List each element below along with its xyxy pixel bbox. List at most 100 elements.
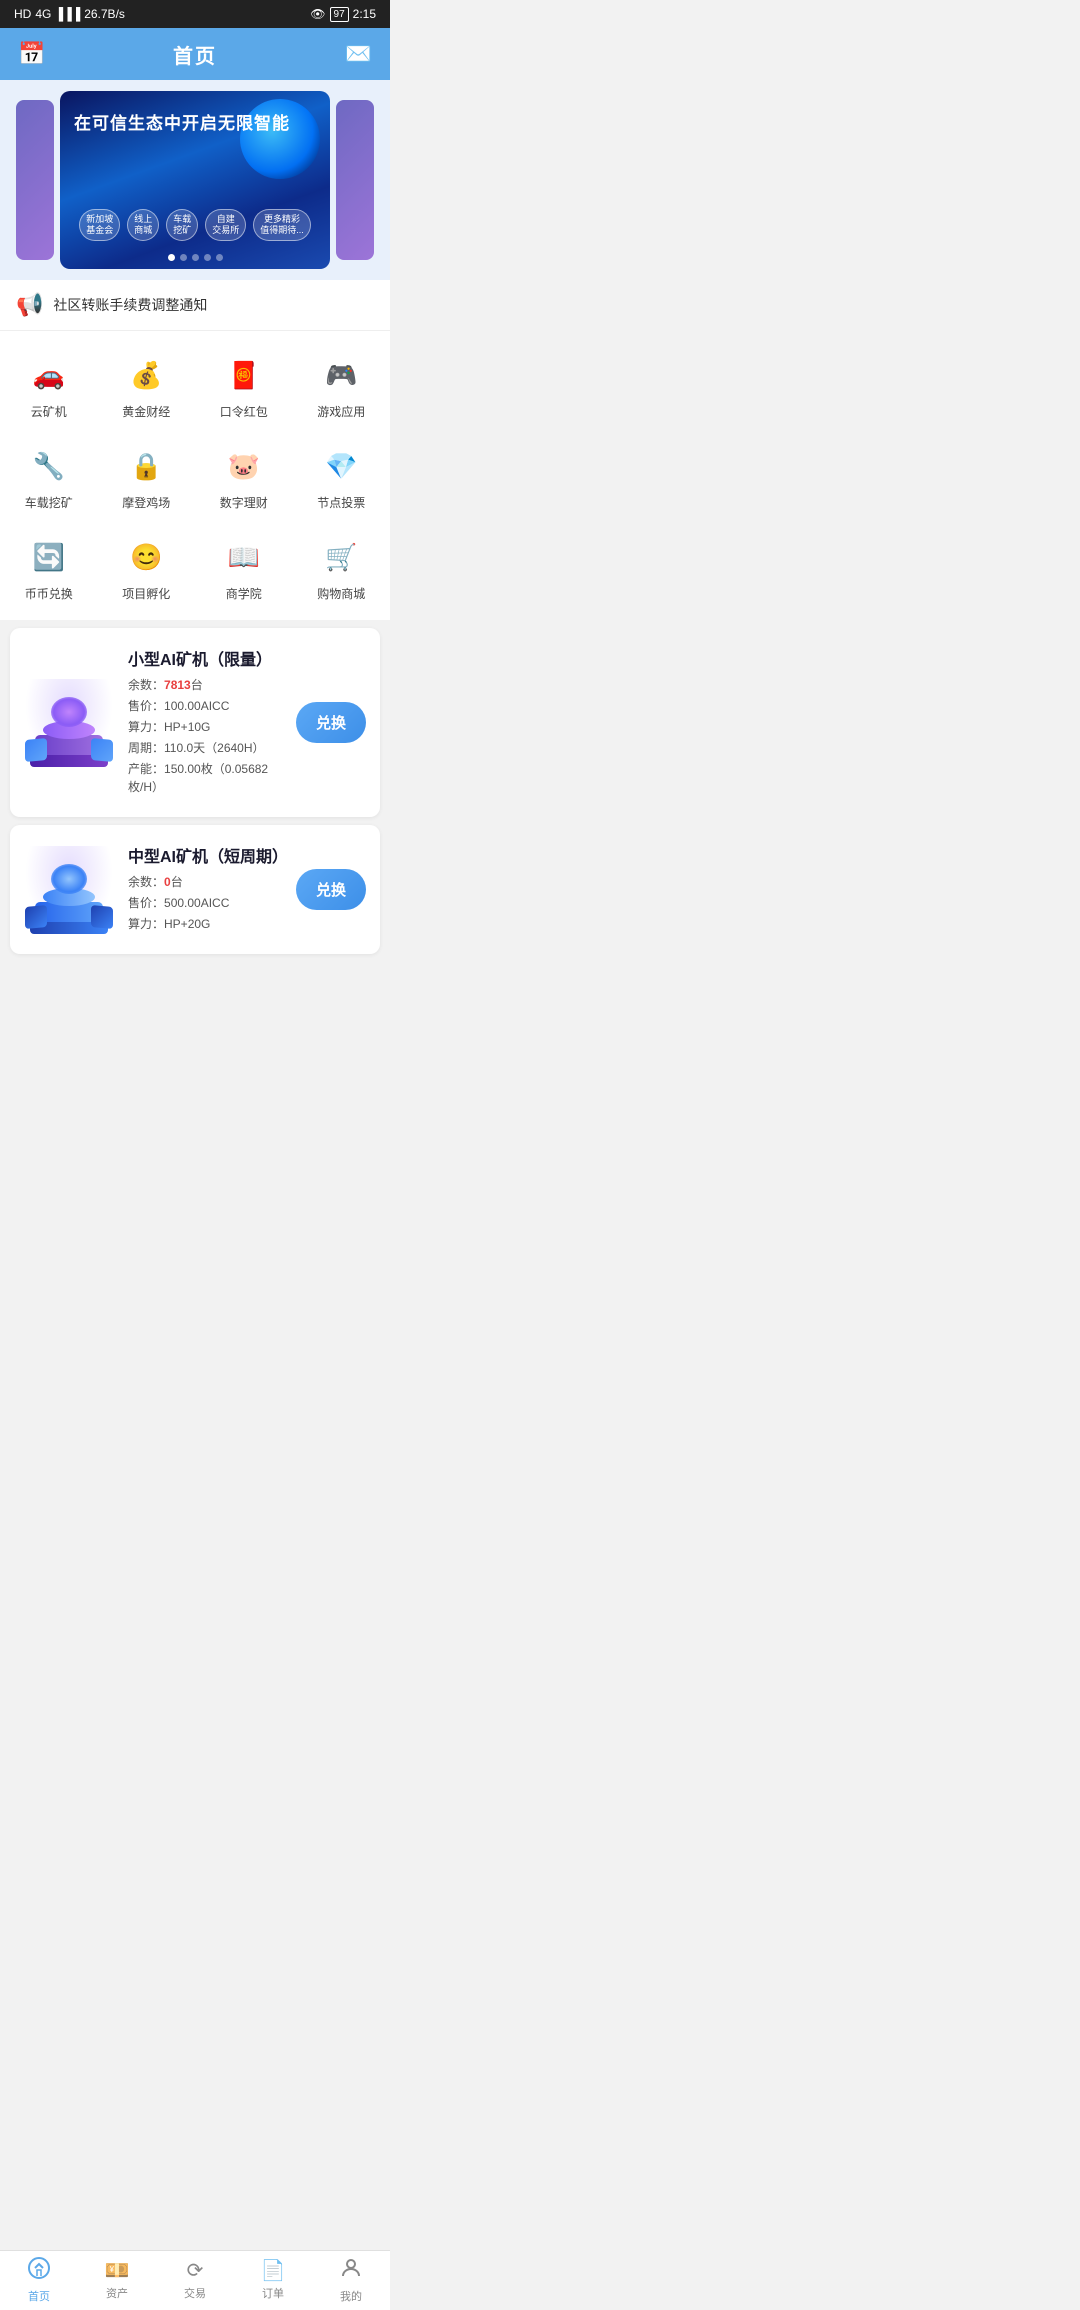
- dot-1: [168, 254, 175, 261]
- tab-assets-icon: 💴: [105, 2258, 130, 2283]
- incubator-label: 项目孵化: [122, 585, 170, 602]
- red-packet-icon: 🧧: [222, 353, 266, 397]
- menu-item-chicken-farm[interactable]: 🔒 摩登鸡场: [98, 434, 196, 525]
- product-output-small: 产能：150.00枚（0.05682枚/H）: [128, 760, 282, 796]
- banner-pill-4[interactable]: 自建交易所: [205, 209, 246, 241]
- shop-icon: 🛒: [319, 535, 363, 579]
- calendar-icon[interactable]: 📅: [18, 41, 45, 67]
- miner-illustration-small: [25, 679, 113, 767]
- menu-item-digital-finance[interactable]: 🐷 数字理财: [195, 434, 293, 525]
- game-label: 游戏应用: [317, 403, 365, 420]
- menu-item-business-school[interactable]: 📖 商学院: [195, 525, 293, 616]
- digital-finance-label: 数字理财: [220, 494, 268, 511]
- product-title-medium: 中型AI矿机（短周期）: [128, 843, 282, 867]
- exchange-button-small[interactable]: 兑换: [296, 702, 366, 743]
- notice-icon: 📢: [16, 292, 43, 318]
- product-info-medium: 中型AI矿机（短周期） 余数：0台 售价：500.00AICC 算力：HP+20…: [128, 843, 282, 936]
- gold-finance-icon: 💰: [124, 353, 168, 397]
- business-school-icon: 📖: [222, 535, 266, 579]
- tab-assets[interactable]: 💴 资产: [78, 2251, 156, 2310]
- time-display: 2:15: [353, 7, 376, 21]
- tab-trade-icon: ⟳: [187, 2258, 204, 2283]
- signal-icon: 4G ▐▐▐: [35, 7, 80, 21]
- tab-assets-label: 资产: [106, 2285, 128, 2301]
- banner-pill-2[interactable]: 线上商城: [127, 209, 159, 241]
- product-info-small: 小型AI矿机（限量） 余数：7813台 售价：100.00AICC 算力：HP+…: [128, 646, 282, 799]
- banner-dots: [60, 254, 330, 261]
- speed-indicator: 26.7B/s: [84, 7, 125, 21]
- node-vote-icon: 💎: [319, 444, 363, 488]
- tab-order[interactable]: 📄 订单: [234, 2251, 312, 2310]
- status-right: 👁 97 2:15: [310, 7, 376, 22]
- gold-finance-label: 黄金财经: [122, 403, 170, 420]
- banner-carousel[interactable]: 在可信生态中开启无限智能 新加坡基金会 线上商城 车载挖矿 自建交易所 更多精彩…: [0, 80, 390, 280]
- status-bar: HD 4G ▐▐▐ 26.7B/s 👁 97 2:15: [0, 0, 390, 28]
- menu-item-cloud-miner[interactable]: 🚗 云矿机: [0, 343, 98, 434]
- incubator-icon: 😊: [124, 535, 168, 579]
- eye-icon: 👁: [310, 7, 325, 21]
- banner-pill-1[interactable]: 新加坡基金会: [79, 209, 120, 241]
- chicken-farm-label: 摩登鸡场: [122, 494, 170, 511]
- menu-item-game[interactable]: 🎮 游戏应用: [293, 343, 391, 434]
- dot-4: [204, 254, 211, 261]
- banner-globe: [240, 99, 320, 179]
- shop-label: 购物商城: [317, 585, 365, 602]
- product-img-medium: [24, 845, 114, 935]
- page-title: 首页: [173, 40, 217, 69]
- game-icon: 🎮: [319, 353, 363, 397]
- miner-illustration-medium: [25, 846, 113, 934]
- menu-item-node-vote[interactable]: 💎 节点投票: [293, 434, 391, 525]
- banner-text: 在可信生态中开启无限智能: [74, 113, 290, 135]
- tab-trade-label: 交易: [184, 2285, 206, 2301]
- banner-pill-3[interactable]: 车载挖矿: [166, 209, 198, 241]
- chicken-farm-icon: 🔒: [124, 444, 168, 488]
- dot-2: [180, 254, 187, 261]
- menu-item-exchange[interactable]: 🔄 币币兑换: [0, 525, 98, 616]
- tab-home-label: 首页: [28, 2288, 50, 2304]
- product-remaining-medium: 余数：0台: [128, 873, 282, 891]
- menu-item-car-mining[interactable]: 🔧 车载挖矿: [0, 434, 98, 525]
- tab-bar: 首页 💴 资产 ⟳ 交易 📄 订单 我的: [0, 2250, 390, 2310]
- product-card-medium: 中型AI矿机（短周期） 余数：0台 售价：500.00AICC 算力：HP+20…: [10, 825, 380, 954]
- product-section: 小型AI矿机（限量） 余数：7813台 售价：100.00AICC 算力：HP+…: [0, 628, 390, 974]
- menu-item-red-packet[interactable]: 🧧 口令红包: [195, 343, 293, 434]
- exchange-icon: 🔄: [27, 535, 71, 579]
- product-card-small: 小型AI矿机（限量） 余数：7813台 售价：100.00AICC 算力：HP+…: [10, 628, 380, 817]
- menu-item-incubator[interactable]: 😊 项目孵化: [98, 525, 196, 616]
- banner-pill-5[interactable]: 更多精彩值得期待...: [253, 209, 311, 241]
- tab-home-icon: [27, 2256, 51, 2286]
- tab-trade[interactable]: ⟳ 交易: [156, 2251, 234, 2310]
- dot-3: [192, 254, 199, 261]
- node-vote-label: 节点投票: [317, 494, 365, 511]
- car-mining-icon: 🔧: [27, 444, 71, 488]
- product-remaining-small: 余数：7813台: [128, 676, 282, 694]
- tab-home[interactable]: 首页: [0, 2251, 78, 2310]
- menu-item-shop[interactable]: 🛒 购物商城: [293, 525, 391, 616]
- product-img-small: [24, 678, 114, 768]
- notice-text: 社区转账手续费调整通知: [53, 295, 207, 315]
- dot-5: [216, 254, 223, 261]
- mail-icon[interactable]: ✉️: [345, 41, 372, 67]
- product-price-small: 售价：100.00AICC: [128, 697, 282, 715]
- digital-finance-icon: 🐷: [222, 444, 266, 488]
- banner-side-left: [16, 100, 54, 260]
- car-mining-label: 车载挖矿: [25, 494, 73, 511]
- product-price-medium: 售价：500.00AICC: [128, 894, 282, 912]
- status-left: HD 4G ▐▐▐ 26.7B/s: [14, 7, 125, 21]
- tab-order-label: 订单: [262, 2285, 284, 2301]
- tab-profile-label: 我的: [340, 2288, 362, 2304]
- tab-profile[interactable]: 我的: [312, 2251, 390, 2310]
- exchange-button-medium[interactable]: 兑换: [296, 869, 366, 910]
- product-hashrate-small: 算力：HP+10G: [128, 718, 282, 736]
- menu-item-gold-finance[interactable]: 💰 黄金财经: [98, 343, 196, 434]
- grid-menu: 🚗 云矿机 💰 黄金财经 🧧 口令红包 🎮 游戏应用 🔧 车载挖矿 🔒 摩登鸡场…: [0, 331, 390, 620]
- cloud-miner-icon: 🚗: [27, 353, 71, 397]
- banner-main[interactable]: 在可信生态中开启无限智能 新加坡基金会 线上商城 车载挖矿 自建交易所 更多精彩…: [60, 91, 330, 269]
- product-title-small: 小型AI矿机（限量）: [128, 646, 282, 670]
- product-hashrate-medium: 算力：HP+20G: [128, 915, 282, 933]
- battery-indicator: 97: [330, 7, 349, 22]
- cloud-miner-label: 云矿机: [31, 403, 67, 420]
- business-school-label: 商学院: [226, 585, 262, 602]
- notice-bar[interactable]: 📢 社区转账手续费调整通知: [0, 280, 390, 331]
- app-header: 📅 首页 ✉️: [0, 28, 390, 80]
